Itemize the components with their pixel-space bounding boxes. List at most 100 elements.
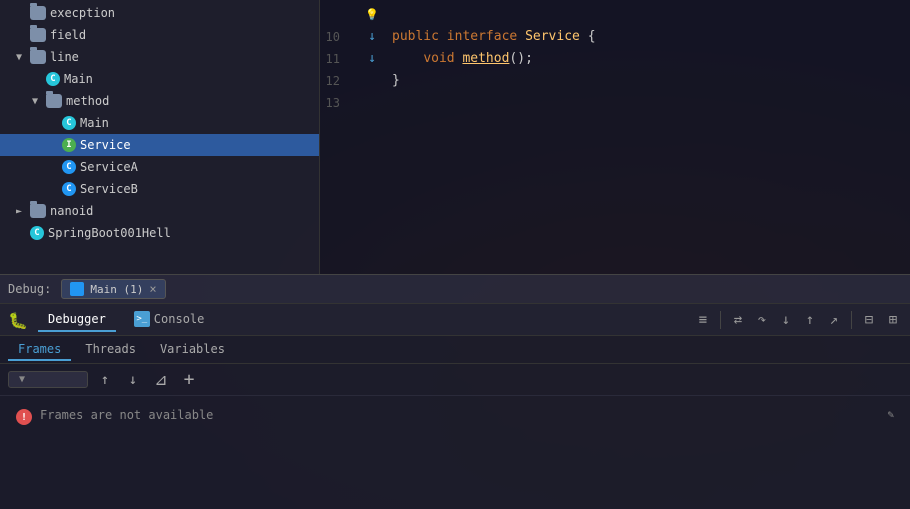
indent [392, 48, 423, 70]
sidebar-item-exception[interactable]: execption [0, 2, 319, 24]
top-section: execption field ▼ line C Main [0, 0, 910, 274]
tree-expand-arrow: ► [16, 206, 28, 217]
sidebar-item-main1[interactable]: C Main [0, 68, 319, 90]
step-out-icon[interactable]: ↑ [801, 311, 819, 329]
interface-icon: I [62, 138, 76, 152]
main-layout: execption field ▼ line C Main [0, 0, 910, 509]
bug-icon: 🐛 [8, 311, 26, 329]
sidebar-item-label: Main [80, 116, 109, 130]
line-numbers: 10 11 12 13 [320, 4, 360, 114]
frames-down-button[interactable]: ↓ [122, 369, 144, 391]
sidebar-item-label: line [50, 50, 79, 64]
menu-icon[interactable]: ≡ [694, 311, 712, 329]
tree-expand-arrow: ▼ [32, 96, 44, 107]
folder-icon [30, 50, 46, 64]
main-icon: C [30, 226, 44, 240]
sidebar-item-label: Service [80, 138, 131, 152]
tab-debugger[interactable]: Debugger [38, 308, 116, 332]
code-line: void method(); [392, 48, 910, 70]
debug-toolbar-icons: ≡ ⇄ ↷ ↓ ↑ ↗ ⊟ ⊞ [694, 311, 902, 329]
sidebar-item-serviceb[interactable]: C ServiceB [0, 178, 319, 200]
sub-tabs-bar: Frames Threads Variables [0, 336, 910, 364]
frames-dropdown[interactable]: ▼ [8, 371, 88, 388]
sidebar-item-field[interactable]: field [0, 24, 319, 46]
sidebar-item-method[interactable]: ▼ method [0, 90, 319, 112]
frames-filter-button[interactable]: ⊿ [150, 369, 172, 391]
keyword: void [423, 48, 462, 70]
keyword: interface [447, 26, 525, 48]
line-num [320, 4, 348, 26]
tree-expand-arrow: ▼ [16, 52, 28, 63]
gutter-cell [360, 92, 384, 114]
sub-tab-variables[interactable]: Variables [150, 339, 235, 361]
sub-tab-variables-label: Variables [160, 342, 225, 356]
run-to-cursor-icon[interactable]: ↗ [825, 311, 843, 329]
main-icon: C [62, 116, 76, 130]
frames-toolbar: ▼ ↑ ↓ ⊿ + [0, 364, 910, 396]
class-icon: C [62, 160, 76, 174]
sidebar-item-label: field [50, 28, 86, 42]
tab-console-label: Console [154, 312, 205, 326]
line-num: 13 [320, 92, 348, 114]
class-icon: C [62, 182, 76, 196]
sidebar-item-service[interactable]: I Service [0, 134, 319, 156]
sub-tab-threads[interactable]: Threads [75, 339, 146, 361]
folder-icon [30, 28, 46, 42]
frames-empty-area: ! Frames are not available ✎ [0, 396, 910, 509]
punctuation: (); [509, 48, 532, 70]
line-num: 10 [320, 26, 348, 48]
line-gutter: 💡 ↓ ↓ [360, 4, 384, 114]
sidebar-item-main2[interactable]: C Main [0, 112, 319, 134]
code-line [392, 92, 910, 114]
sub-tab-threads-label: Threads [85, 342, 136, 356]
sidebar-item-springboot[interactable]: C SpringBoot001Hell [0, 222, 319, 244]
editor-area: 10 11 12 13 💡 ↓ ↓ public in [320, 0, 910, 274]
code-line: public interface Service { [392, 26, 910, 48]
step-into-icon[interactable]: ↓ [777, 311, 795, 329]
sidebar-item-label: SpringBoot001Hell [48, 226, 171, 240]
sub-tab-frames-label: Frames [18, 342, 61, 356]
line-num: 12 [320, 70, 348, 92]
sidebar-item-label: ServiceA [80, 160, 138, 174]
gutter-cell: ↓ [360, 48, 384, 70]
session-icon [70, 282, 84, 296]
folder-icon [30, 6, 46, 20]
layout-icon[interactable]: ⊞ [884, 311, 902, 329]
sidebar-item-label: execption [50, 6, 115, 20]
debug-session-tab[interactable]: Main (1) × [61, 279, 165, 299]
sub-tab-frames[interactable]: Frames [8, 339, 71, 361]
sidebar-item-line[interactable]: ▼ line [0, 46, 319, 68]
frames-add-button[interactable]: + [178, 369, 200, 391]
tab-console[interactable]: >_ Console [124, 307, 215, 333]
error-icon: ! [16, 409, 32, 425]
class-name: Service [525, 26, 588, 48]
sidebar-item-servicea[interactable]: C ServiceA [0, 156, 319, 178]
settings-icon[interactable]: ⊟ [860, 311, 878, 329]
chevron-down-icon: ▼ [19, 374, 25, 385]
separator [720, 311, 721, 329]
console-icon: >_ [134, 311, 150, 327]
edit-icon[interactable]: ✎ [887, 408, 894, 421]
debug-toolbar: Debug: Main (1) × [0, 274, 910, 304]
sidebar-item-label: nanoid [50, 204, 93, 218]
frames-not-available-message: Frames are not available [40, 408, 213, 422]
sidebar-item-nanoid[interactable]: ► nanoid [0, 200, 319, 222]
debug-tabs-bar: 🐛 Debugger >_ Console ≡ ⇄ ↷ ↓ ↑ ↗ ⊟ ⊞ [0, 304, 910, 336]
main-icon: C [46, 72, 60, 86]
code-content: 10 11 12 13 💡 ↓ ↓ public in [320, 0, 910, 118]
bulb-icon: 💡 [360, 4, 384, 26]
debug-panel: 🐛 Debugger >_ Console ≡ ⇄ ↷ ↓ ↑ ↗ ⊟ ⊞ [0, 304, 910, 509]
resume-icon[interactable]: ⇄ [729, 311, 747, 329]
frames-up-button[interactable]: ↑ [94, 369, 116, 391]
method-name: method [462, 48, 509, 70]
separator [851, 311, 852, 329]
tab-debugger-label: Debugger [48, 312, 106, 326]
close-session-button[interactable]: × [149, 282, 156, 296]
sidebar-item-label: Main [64, 72, 93, 86]
gutter-cell: ↓ [360, 26, 384, 48]
sidebar-item-label: ServiceB [80, 182, 138, 196]
line-num: 11 [320, 48, 348, 70]
sidebar: execption field ▼ line C Main [0, 0, 320, 274]
step-over-icon[interactable]: ↷ [753, 311, 771, 329]
keyword: public [392, 26, 447, 48]
